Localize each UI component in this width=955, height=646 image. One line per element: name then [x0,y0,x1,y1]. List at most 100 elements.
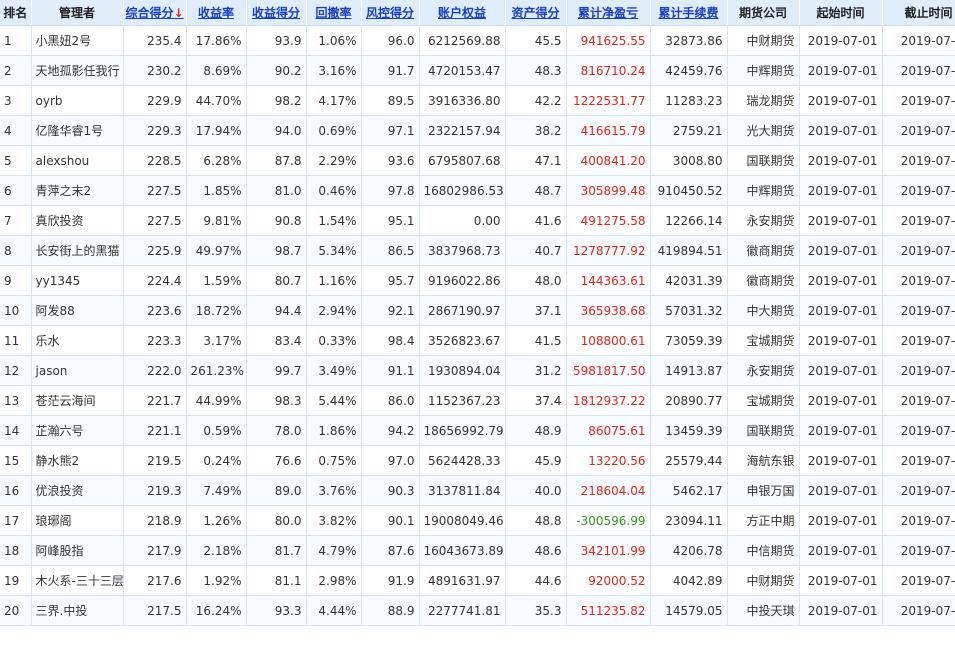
column-header-equity[interactable]: 账户权益 [419,0,506,26]
cell-asset-score: 48.3 [505,55,567,86]
cell-rank: 6 [0,175,32,206]
table-row[interactable]: 13 苍茫云海间 221.7 44.99% 98.3 5.44% 86.0 1152367.2… [0,385,955,416]
column-header-cum-pnl[interactable]: 累计净盈亏 [566,0,651,26]
cell-end: 2019-07-26 [882,25,955,56]
cell-return-score: 83.4 [246,325,307,356]
cell-manager[interactable]: 静水熊2 [31,445,124,476]
table-row[interactable]: 11 乐水 223.3 3.17% 83.4 0.33% 98.4 3526823.67 41.… [0,325,955,356]
cell-start: 2019-07-01 [799,85,883,116]
column-header-return-rate[interactable]: 收益率 [186,0,247,26]
cell-drawdown: 3.76% [306,475,362,506]
cell-manager[interactable]: 阿峰股指 [31,535,124,566]
cell-start: 2019-07-01 [799,565,883,596]
cell-asset-score: 48.8 [505,505,567,536]
cell-broker: 瑞龙期货 [727,85,800,116]
cell-return-rate: 17.86% [186,25,247,56]
cell-manager[interactable]: 真欣投资 [31,205,124,236]
table-row[interactable]: 8 长安街上的黑猫 225.9 49.97% 98.7 5.34% 86.5 3837968.… [0,235,955,266]
cell-total-score: 217.5 [123,595,187,626]
cell-manager[interactable]: 阿发88 [31,295,124,326]
cell-risk-score: 88.9 [361,595,420,626]
cell-cum-pnl: 941625.55 [566,25,651,56]
table-row[interactable]: 12 jason 222.0 261.23% 99.7 3.49% 91.1 1930894.… [0,355,955,386]
cell-return-rate: 1.26% [186,505,247,536]
cell-manager[interactable]: 琅琊阁 [31,505,124,536]
table-row[interactable]: 17 琅琊阁 218.9 1.26% 80.0 3.82% 90.1 19008049.46 4… [0,505,955,536]
column-header-risk-score[interactable]: 风控得分 [361,0,420,26]
cell-broker: 永安期货 [727,205,800,236]
column-header-return-score[interactable]: 收益得分 [246,0,307,26]
cell-manager[interactable]: 苍茫云海间 [31,385,124,416]
cell-return-rate: 261.23% [186,355,247,386]
column-header-drawdown[interactable]: 回撤率 [306,0,362,26]
table-row[interactable]: 9 yy1345 224.4 1.59% 80.7 1.16% 95.7 9196022.86… [0,265,955,296]
cell-manager[interactable]: 乐水 [31,325,124,356]
table-row[interactable]: 1 小黑妞2号 235.4 17.86% 93.9 1.06% 96.0 6212569.88… [0,25,955,56]
cell-manager[interactable]: 青萍之末2 [31,175,124,206]
cell-manager[interactable]: yy1345 [31,265,124,296]
cell-broker: 中投天琪 [727,595,800,626]
cell-total-score: 227.5 [123,205,187,236]
table-row[interactable]: 18 阿峰股指 217.9 2.18% 81.7 4.79% 87.6 16043673.89… [0,535,955,566]
cell-total-score: 221.1 [123,415,187,446]
cell-manager[interactable]: 优浪投资 [31,475,124,506]
column-header-total-score[interactable]: 综合得分↓ [123,0,187,26]
cell-manager[interactable]: 三界.中投 [31,595,124,626]
cell-broker: 中财期货 [727,25,800,56]
cell-cum-fee: 57031.32 [650,295,728,326]
cell-equity: 3837968.73 [419,235,506,266]
table-row[interactable]: 10 阿发88 223.6 18.72% 94.4 2.94% 92.1 2867190.97… [0,295,955,326]
table-row[interactable]: 7 真欣投资 227.5 9.81% 90.8 1.54% 95.1 0.00 41.6 4912… [0,205,955,236]
cell-start: 2019-07-01 [799,55,883,86]
table-row[interactable]: 4 亿隆华睿1号 229.3 17.94% 94.0 0.69% 97.1 2322157.9… [0,115,955,146]
cell-asset-score: 44.6 [505,565,567,596]
cell-manager[interactable]: 木火系-三十三层 [31,565,124,596]
cell-cum-fee: 2759.21 [650,115,728,146]
cell-manager[interactable]: 长安街上的黑猫 [31,235,124,266]
cell-total-score: 221.7 [123,385,187,416]
table-row[interactable]: 15 静水熊2 219.5 0.24% 76.6 0.75% 97.0 5624428.33 4… [0,445,955,476]
cell-drawdown: 3.49% [306,355,362,386]
cell-start: 2019-07-01 [799,385,883,416]
cell-asset-score: 41.5 [505,325,567,356]
cell-manager[interactable]: 芷瀚六号 [31,415,124,446]
column-header-manager: 管理者 [31,0,124,26]
cell-equity: 5624428.33 [419,445,506,476]
cell-manager[interactable]: 小黑妞2号 [31,25,124,56]
cell-manager[interactable]: 亿隆华睿1号 [31,115,124,146]
cell-return-rate: 16.24% [186,595,247,626]
column-header-cum-fee[interactable]: 累计手续费 [650,0,728,26]
cell-return-score: 98.2 [246,85,307,116]
cell-end: 2019-07-26 [882,295,955,326]
cell-return-score: 99.7 [246,355,307,386]
cell-manager[interactable]: jason [31,355,124,386]
column-header-label: 排名 [3,6,28,20]
cell-risk-score: 93.6 [361,145,420,176]
column-header-label: 管理者 [58,6,95,20]
column-header-end: 截止时间 [882,0,955,26]
table-row[interactable]: 19 木火系-三十三层 217.6 1.92% 81.1 2.98% 91.9 4891631… [0,565,955,596]
table-row[interactable]: 6 青萍之末2 227.5 1.85% 81.0 0.46% 97.8 16802986.53… [0,175,955,206]
sort-descending-icon[interactable]: ↓ [174,6,184,20]
cell-manager[interactable]: 天地孤影任我行 [31,55,124,86]
cell-start: 2019-07-01 [799,265,883,296]
table-row[interactable]: 5 alexshou 228.5 6.28% 87.8 2.29% 93.6 6795807.… [0,145,955,176]
column-header-asset-score[interactable]: 资产得分 [505,0,567,26]
cell-cum-pnl: 1278777.92 [566,235,651,266]
table-row[interactable]: 2 天地孤影任我行 230.2 8.69% 90.2 3.16% 91.7 4720153.4… [0,55,955,86]
cell-cum-fee: 5462.17 [650,475,728,506]
table-header: 排名 管理者 综合得分↓ 收益率 收益得分 回撤率 风控得分 账户权益 资产得分 累计净盈亏 累计手… [0,0,955,26]
cell-drawdown: 2.29% [306,145,362,176]
cell-manager[interactable]: oyrb [31,85,124,116]
cell-risk-score: 95.7 [361,265,420,296]
table-row[interactable]: 14 芷瀚六号 221.1 0.59% 78.0 1.86% 94.2 18656992.79… [0,415,955,446]
cell-manager[interactable]: alexshou [31,145,124,176]
table-row[interactable]: 20 三界.中投 217.5 16.24% 93.3 4.44% 88.9 2277741.8… [0,595,955,626]
cell-cum-pnl: 92000.52 [566,565,651,596]
table-row[interactable]: 16 优浪投资 219.3 7.49% 89.0 3.76% 90.3 3137811.84 4… [0,475,955,506]
cell-start: 2019-07-01 [799,355,883,386]
table-row[interactable]: 3 oyrb 229.9 44.70% 98.2 4.17% 89.5 3916336.80 4… [0,85,955,116]
cell-drawdown: 0.46% [306,175,362,206]
cell-end: 2019-07-26 [882,355,955,386]
cell-asset-score: 45.9 [505,445,567,476]
